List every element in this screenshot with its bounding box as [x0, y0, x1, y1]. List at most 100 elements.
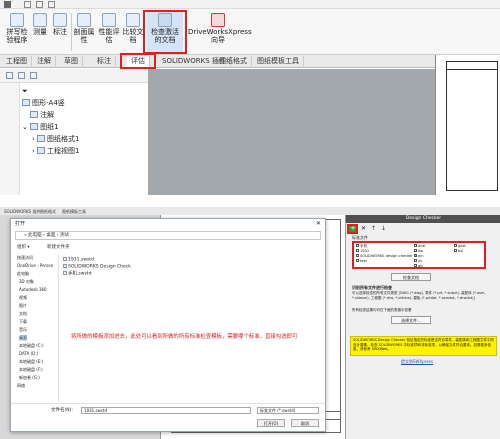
tab-addins[interactable]: SOLIDWORKS 插件 — [2, 208, 43, 215]
nav-item[interactable]: 快速访问 — [17, 255, 33, 261]
tab-drawing[interactable]: 工程图 — [2, 56, 32, 68]
tab-annotation[interactable]: 注解 — [33, 56, 56, 68]
std-item[interactable]: gb — [414, 264, 423, 269]
graphics-area[interactable] — [148, 69, 435, 195]
nav-item[interactable]: 新加卷 (G:) — [19, 375, 40, 381]
std-item[interactable]: bsi — [454, 249, 463, 254]
sheet-format-icon — [37, 135, 46, 142]
nav-item[interactable]: 3D 对象 — [19, 279, 34, 285]
std-item[interactable]: jis — [414, 259, 422, 264]
nav-item-desktop[interactable]: 桌面 — [19, 335, 27, 341]
open-file-dialog: 打开 ✕ « 此电脑 › 桌面 › 测试 组织 ▾ 新建文件夹 快速访问 One… — [10, 218, 326, 432]
desc-more: 所有检查结果均可在下面的表格中查看 — [352, 308, 412, 312]
delete-icon[interactable]: ✕ — [361, 225, 366, 232]
file-item[interactable]: 1931.swstd — [63, 257, 94, 264]
markup-button[interactable]: 标注 — [50, 11, 70, 53]
tab-format[interactable]: 图纸格式 — [38, 208, 58, 215]
std-item[interactable]: din — [414, 254, 424, 259]
std-item[interactable]: SOLIDWORKS design checker ✓ — [356, 254, 417, 259]
organize-button[interactable]: 组织 ▾ — [17, 243, 30, 252]
address-bar[interactable]: « 此电脑 › 桌面 › 测试 — [15, 231, 321, 240]
file-icon — [63, 271, 67, 275]
file-item[interactable]: 手机.swstd — [63, 271, 91, 278]
file-icon — [63, 264, 67, 268]
filename-input[interactable]: 1931.swstd — [81, 407, 251, 414]
standards-label: 标准文件 — [352, 235, 368, 240]
nav-item[interactable]: 图片 — [19, 303, 27, 309]
bottom-tab-bar: SOLIDWORKS 插件 图纸格式 图纸模板工具 — [0, 207, 500, 215]
new-folder-button[interactable]: 新建文件夹 — [47, 243, 70, 252]
open-icon[interactable] — [36, 1, 43, 8]
spellcheck-button[interactable]: 拼写检 验程序 — [4, 11, 30, 53]
tree-root[interactable]: 图形-A4竖 — [22, 98, 65, 108]
nav-item[interactable]: 音乐 — [19, 327, 27, 333]
nav-item[interactable]: 文档 — [19, 311, 27, 317]
std-item[interactable]: 手机 — [356, 244, 367, 249]
feature-tree: ⏷ 图形-A4竖 注解 ⌄ 图纸1 › 图纸格式1 › 工程视图1 — [22, 86, 148, 186]
feature-tree-icon[interactable] — [6, 72, 13, 79]
property-manager-icon[interactable] — [18, 72, 25, 79]
drawing-icon — [22, 99, 30, 106]
nav-item[interactable]: DATA (D:) — [19, 351, 38, 357]
dialog-toolbar: 组织 ▾ 新建文件夹 — [15, 243, 321, 252]
save-icon[interactable] — [48, 1, 55, 8]
featuremanager-tabs — [0, 69, 148, 83]
nav-item[interactable]: 视频 — [19, 295, 27, 301]
move-down-icon[interactable]: ↓ — [381, 225, 386, 232]
config-manager-icon[interactable] — [30, 72, 37, 79]
section-properties-button[interactable]: 剖面属 性 — [72, 11, 96, 53]
performance-evaluation-button[interactable]: 性能评 估 — [97, 11, 121, 53]
std-item[interactable]: gost — [454, 244, 466, 249]
measure-button[interactable]: 测量 — [30, 11, 50, 53]
cancel-button[interactable]: 取消 — [291, 419, 319, 427]
tree-item-sheet1[interactable]: ⌄ 图纸1 — [22, 122, 59, 132]
performance-label: 性能评 估 — [98, 28, 120, 44]
filter-icon[interactable]: ⏷ — [22, 86, 28, 96]
std-item[interactable]: iso — [414, 249, 423, 254]
tree-item-annotations[interactable]: 注解 — [30, 110, 54, 120]
nav-item[interactable]: 网络 — [17, 383, 25, 389]
move-up-icon[interactable]: ↑ — [371, 225, 376, 232]
nav-item[interactable]: 此电脑 — [17, 271, 29, 277]
nav-item[interactable]: Autodesk 360 — [19, 287, 47, 293]
top-screenshot: 拼写检 验程序 测量 标注 剖面属 性 性能评 估 比较文 档 检查激活 的文档 — [0, 0, 500, 195]
design-checker-panel: Design Checker + ✕ ↑ ↓ 标准文件 手机 1931 SOLI… — [345, 215, 500, 439]
driveworks-label: DriveWorksXpress 向导 — [188, 28, 252, 44]
file-item[interactable]: SOLIDWORKS Design Check — [63, 264, 131, 271]
nav-item[interactable]: OneDrive - Person — [17, 263, 53, 269]
highlight-check-button — [143, 10, 187, 54]
drawing-sheet[interactable] — [435, 55, 500, 195]
desc-title: 识别所有文件进行检查 — [352, 285, 392, 290]
check-document-button[interactable]: 检查文档 — [391, 273, 431, 281]
driveworksxpress-button[interactable]: DriveWorksXpress 向导 — [188, 11, 252, 53]
open-button[interactable]: 打开(O) — [257, 419, 285, 427]
submit-link[interactable]: 提交到SWXpress — [401, 359, 433, 364]
nav-item[interactable]: 下载 — [19, 319, 27, 325]
tab-sheet-format[interactable]: 图纸格式 — [215, 56, 252, 68]
tab-template[interactable]: 图纸模板工具 — [60, 208, 88, 215]
highlight-evaluate-tab — [120, 53, 156, 69]
std-item[interactable]: 1931 — [356, 249, 369, 254]
nav-item[interactable]: 本地磁盘 (C:) — [19, 343, 44, 349]
nav-item[interactable]: 本地磁盘 (E:) — [19, 359, 43, 365]
tab-sheet-template-tools[interactable]: 图纸模板工具 — [253, 56, 304, 68]
tree-item-sheet-format1[interactable]: › 图纸格式1 — [32, 134, 80, 144]
compare-documents-button[interactable]: 比较文 档 — [121, 11, 145, 53]
select-files-button[interactable]: 选择文件... — [391, 316, 431, 324]
close-icon[interactable]: ✕ — [316, 220, 321, 227]
std-item[interactable]: ansi — [414, 244, 425, 249]
new-icon[interactable] — [24, 1, 31, 8]
menu-icon[interactable] — [4, 1, 11, 8]
nav-item[interactable]: 本地磁盘 (F:) — [19, 367, 43, 373]
tab-sketch[interactable]: 草图 — [60, 56, 83, 68]
tree-item-drawing-view1[interactable]: › 工程视图1 — [32, 146, 80, 156]
side-toolbar — [0, 83, 20, 195]
std-item[interactable]: test — [356, 259, 367, 264]
section-properties-label: 剖面属 性 — [73, 28, 95, 44]
tab-markup[interactable]: 标注 — [93, 56, 116, 68]
section-properties-icon — [77, 13, 91, 27]
annotation-icon — [30, 111, 38, 118]
highlight-add-button — [347, 224, 358, 234]
compare-icon — [126, 13, 140, 27]
filetype-select[interactable]: 标准文件 (*.swstd) — [257, 407, 319, 414]
